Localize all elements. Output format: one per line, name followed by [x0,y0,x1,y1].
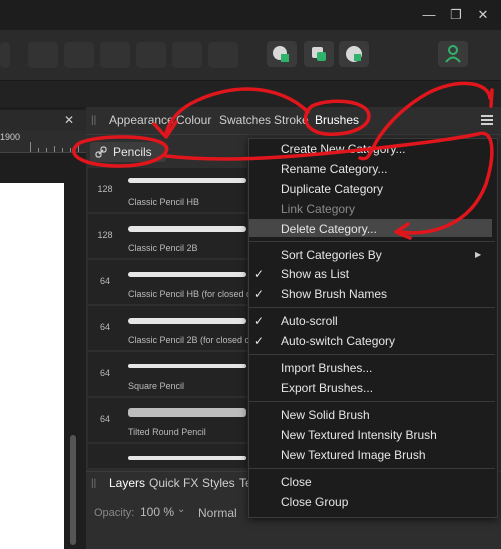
brush-stroke-preview [128,456,246,460]
menu-item-show-brush-names[interactable]: Show Brush Names [281,287,387,301]
brush-size: 64 [99,322,110,332]
brush-row[interactable]: 64 Square Pencil [88,352,247,398]
hamburger-menu-icon[interactable] [480,114,494,126]
menu-item-close[interactable]: Close [281,475,312,489]
toolbar-transform-button[interactable] [64,42,94,68]
toolbar-arrange-button[interactable] [136,42,166,68]
tab-layers[interactable]: Layers [109,476,145,490]
brush-name: Classic Pencil 2B [128,243,198,253]
toolbar-align-button[interactable] [100,42,130,68]
menu-separator [249,401,495,402]
tab-brushes[interactable]: Brushes [315,113,359,127]
brush-name: Classic Pencil 2B (for closed c [128,335,250,345]
boolean-add-button[interactable] [267,41,297,67]
menu-separator [249,468,495,469]
opacity-value[interactable]: 100 % [140,505,174,519]
link-icon [95,146,107,158]
tab-colour[interactable]: Colour [176,113,211,127]
brush-size: 128 [97,184,113,194]
brush-size: 128 [97,230,113,240]
document-close-button[interactable]: ✕ [64,113,74,127]
brush-row[interactable]: 64 Tilted Round Pencil [88,398,247,444]
tab-styles[interactable]: Styles [202,476,235,490]
brush-name: Classic Pencil HB (for closed cu [128,289,256,299]
brush-name: Tilted Round Pencil [128,427,206,437]
brush-row[interactable]: 128 Classic Pencil HB [88,168,247,214]
menu-item-new-textured-image-brush[interactable]: New Textured Image Brush [281,448,426,462]
tab-appearance[interactable]: Appearance [109,113,174,127]
boolean-add-icon [273,46,289,62]
submenu-arrow-icon: ▶ [475,250,482,259]
toolbar-button-partial[interactable] [0,42,10,68]
restore-button[interactable]: ❐ [446,5,466,25]
bottom-panel-grip-icon[interactable]: || [91,478,96,489]
menu-item-rename-category[interactable]: Rename Category... [281,162,388,176]
context-toolbar [0,81,501,107]
boolean-intersect-icon [346,46,362,62]
menu-item-import-brushes[interactable]: Import Brushes... [281,361,372,375]
brush-stroke-preview [128,226,246,232]
category-label: Pencils [113,145,152,159]
brush-row[interactable]: 128 Classic Pencil 2B [88,214,247,260]
brush-stroke-preview [128,364,246,368]
menu-item-duplicate-category[interactable]: Duplicate Category [281,182,383,196]
menu-item-auto-scroll[interactable]: Auto-scroll [281,314,338,328]
brush-row[interactable]: 64 Classic Pencil 2B (for closed c [88,306,250,352]
opacity-label: Opacity: [94,507,135,519]
tab-swatches[interactable]: Swatches [219,113,271,127]
brush-row[interactable] [88,444,247,470]
brush-stroke-preview [128,318,246,324]
panel-grip-icon[interactable]: || [91,115,96,126]
menu-item-sort-categories-by[interactable]: Sort Categories By [281,248,382,262]
toolbar-snap-button[interactable] [28,42,58,68]
user-icon [445,45,461,63]
brush-name: Classic Pencil HB [128,197,200,207]
check-icon: ✓ [254,314,265,328]
menu-item-new-solid-brush[interactable]: New Solid Brush [281,408,370,422]
toolbar-distribute-button[interactable] [172,42,202,68]
menu-item-export-brushes[interactable]: Export Brushes... [281,381,373,395]
boolean-subtract-button[interactable] [304,41,334,67]
ruler-mark-label: 1900 [0,132,21,142]
brush-stroke-preview [128,272,246,277]
check-icon: ✓ [254,267,265,281]
blend-mode-select[interactable]: Normal [198,506,237,520]
close-window-button[interactable]: ✕ [473,5,493,25]
document-canvas[interactable] [0,183,64,549]
check-icon: ✓ [254,334,265,348]
opacity-chevron-icon[interactable]: ⌄ [177,504,185,515]
menu-item-create-new-category[interactable]: Create New Category... [281,142,406,156]
menu-item-close-group[interactable]: Close Group [281,495,348,509]
category-dropdown[interactable]: Pencils [90,142,166,162]
menu-separator [249,241,495,242]
tab-stroke[interactable]: Stroke [274,113,309,127]
brush-row[interactable]: 64 Classic Pencil HB (for closed cu [88,260,256,306]
horizontal-ruler: 1900 [0,130,86,153]
menu-separator [249,307,495,308]
user-button[interactable] [438,41,468,67]
brush-size: 64 [99,368,110,378]
brush-stroke-preview [128,408,246,417]
toolbar-order-button[interactable] [208,42,238,68]
brush-size: 64 [99,414,110,424]
menu-separator [249,354,495,355]
boolean-intersect-button[interactable] [339,41,369,67]
menu-item-delete-category[interactable]: Delete Category... [281,222,377,236]
canvas-scrollbar[interactable] [70,435,76,545]
brush-size: 64 [99,276,110,286]
minimize-button[interactable]: — [419,5,439,25]
menu-item-new-textured-intensity-brush[interactable]: New Textured Intensity Brush [281,428,437,442]
menu-item-auto-switch-category[interactable]: Auto-switch Category [281,334,395,348]
menu-item-show-as-list[interactable]: Show as List [281,267,349,281]
brush-name: Square Pencil [128,381,185,391]
check-icon: ✓ [254,287,265,301]
menu-item-link-category: Link Category [281,202,356,216]
boolean-subtract-icon [312,47,326,61]
tab-quick-fx[interactable]: Quick FX [149,476,198,490]
brush-stroke-preview [128,178,246,183]
